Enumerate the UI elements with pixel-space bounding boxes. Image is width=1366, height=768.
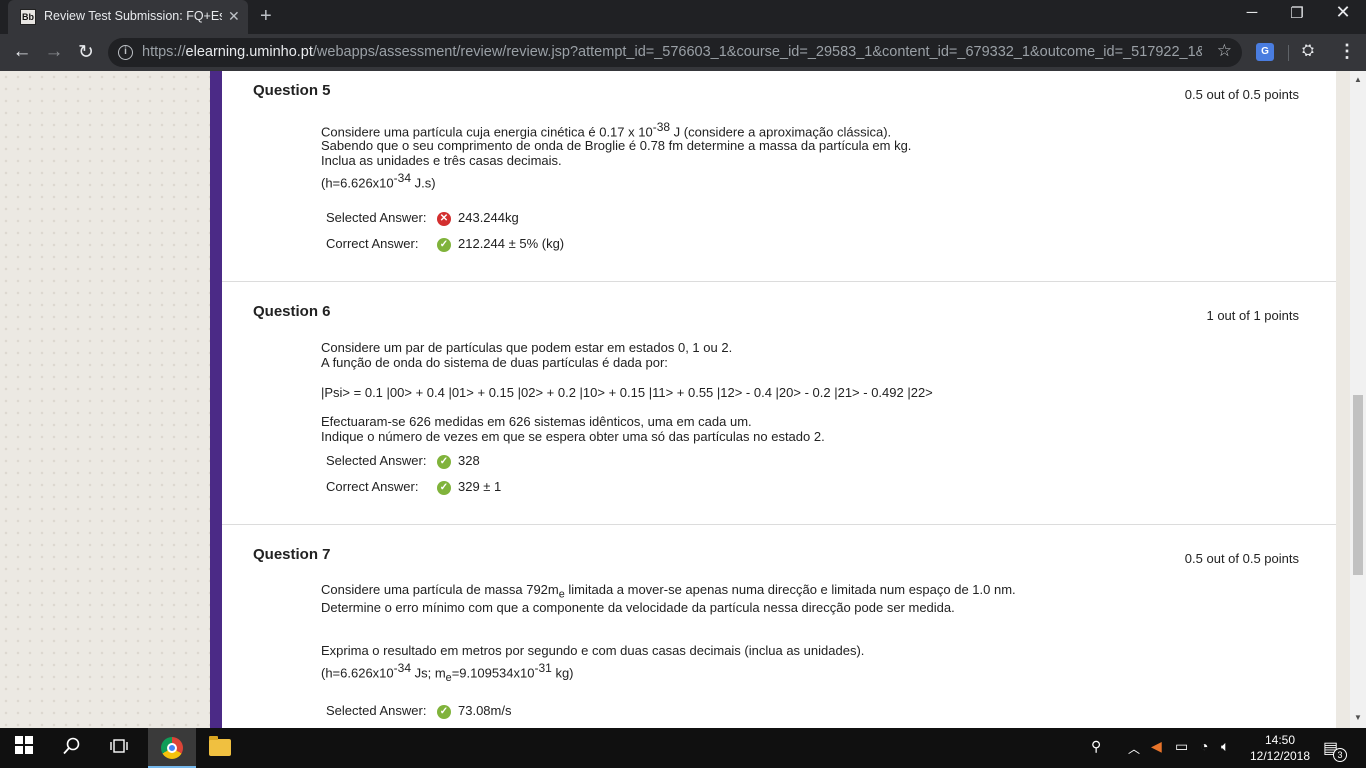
selected-answer-value: 328 — [458, 453, 480, 468]
scroll-up-icon[interactable]: ▲ — [1354, 75, 1362, 84]
question-text-line: Indique o número de vezes em que se espe… — [321, 429, 825, 444]
question-divider — [222, 281, 1336, 282]
restore-icon[interactable]: ❐ — [1282, 4, 1312, 22]
question-points: 1 out of 1 points — [1206, 308, 1299, 323]
incorrect-icon: ✕ — [437, 212, 451, 226]
question-text-line: Inclua as unidades e três casas decimais… — [321, 153, 562, 168]
tab-close-icon[interactable]: ✕ — [228, 8, 240, 25]
window-close-icon[interactable]: ✕ — [1328, 2, 1358, 23]
clock-date: 12/12/2018 — [1249, 749, 1311, 763]
course-accent-bar — [210, 71, 222, 728]
correct-icon: ✓ — [437, 705, 451, 719]
system-clock[interactable]: 14:50 12/12/2018 — [1240, 732, 1320, 764]
tab-title: Review Test Submission: FQ+Esp — [44, 9, 222, 23]
question-title: Question 6 — [253, 303, 331, 320]
correct-icon: ✓ — [437, 455, 451, 469]
selected-answer-label: Selected Answer: — [326, 453, 427, 468]
info-icon[interactable]: i — [118, 45, 133, 60]
clock-time: 14:50 — [1264, 733, 1296, 747]
correct-answer-value: 329 ± 1 — [458, 479, 502, 494]
scroll-down-icon[interactable]: ▼ — [1354, 713, 1362, 722]
review-content: Question 5 0.5 out of 0.5 points Conside… — [222, 71, 1336, 728]
menu-icon[interactable]: ⋮ — [1338, 41, 1356, 62]
extension-icon[interactable]: ⛭ — [1302, 42, 1314, 59]
question-text-line: (h=6.626x10-34 Js; me=9.109534x10-31 kg) — [321, 661, 574, 684]
question-text-line: A função de onda do sistema de duas part… — [321, 355, 668, 370]
chrome-icon — [161, 737, 183, 759]
reload-icon[interactable]: ↻ — [74, 41, 98, 64]
file-explorer-icon[interactable] — [209, 736, 231, 756]
selected-answer-value: 243.244kg — [458, 210, 519, 225]
windows-start-icon[interactable] — [9, 736, 39, 759]
star-icon[interactable]: ☆ — [1217, 41, 1232, 61]
question-points: 0.5 out of 0.5 points — [1184, 87, 1299, 102]
correct-icon: ✓ — [437, 238, 451, 252]
notification-count-badge: 3 — [1333, 748, 1347, 762]
new-tab-icon[interactable]: + — [260, 5, 272, 28]
selected-answer-label: Selected Answer: — [326, 703, 427, 718]
question-text-line: Determine o erro mínimo com que a compon… — [321, 600, 955, 615]
correct-answer-label: Correct Answer: — [326, 236, 419, 251]
question-title: Question 5 — [253, 82, 331, 99]
people-icon[interactable]: ⚲ — [1091, 738, 1101, 755]
url-prefix: https:// — [142, 44, 186, 60]
url-path: /webapps/assessment/review/review.jsp?at… — [312, 44, 1202, 60]
question-text-line: Considere um par de partículas que podem… — [321, 340, 733, 355]
url-host: elearning.uminho.pt — [185, 44, 313, 60]
tray-chevron-icon[interactable]: ︿ — [1128, 740, 1140, 757]
question-text-line: Efectuaram-se 626 medidas em 626 sistema… — [321, 414, 752, 429]
question-title: Question 7 — [253, 546, 331, 563]
correct-answer-value: 212.244 ± 5% (kg) — [458, 236, 565, 251]
chrome-taskbar-button[interactable] — [148, 728, 196, 768]
browser-tab[interactable]: Bb Review Test Submission: FQ+Esp ✕ — [8, 0, 248, 34]
page-background — [0, 71, 210, 728]
battery-icon[interactable]: ▭ — [1175, 738, 1188, 755]
question-text-line: |Psi> = 0.1 |00> + 0.4 |01> + 0.15 |02> … — [321, 385, 933, 400]
question-points: 0.5 out of 0.5 points — [1184, 551, 1299, 566]
question-text-line: Sabendo que o seu comprimento de onda de… — [321, 138, 912, 153]
question-text-line: Considere uma partícula cuja energia cin… — [321, 120, 892, 140]
scrollbar-thumb[interactable] — [1353, 395, 1363, 575]
correct-icon: ✓ — [437, 481, 451, 495]
speaker-icon[interactable]: 🔈︎ — [1221, 738, 1229, 755]
vertical-scrollbar[interactable]: ▲ ▼ — [1350, 71, 1366, 728]
translate-extension-icon[interactable]: G — [1256, 43, 1274, 61]
windows-taskbar: ⚲ ︿ ◀ ▭ ◔ 🔈︎ 14:50 12/12/2018 ▤ 3 — [0, 728, 1366, 768]
selected-answer-label: Selected Answer: — [326, 210, 427, 225]
address-bar[interactable]: i https://elearning.uminho.pt/webapps/as… — [108, 38, 1242, 67]
task-view-icon[interactable] — [104, 737, 134, 760]
question-divider — [222, 524, 1336, 525]
forward-icon[interactable]: → — [42, 41, 66, 63]
blackboard-favicon-icon: Bb — [20, 9, 36, 25]
wifi-icon[interactable]: ◔ — [1200, 738, 1208, 754]
browser-toolbar: ← → ↻ i https://elearning.uminho.pt/weba… — [0, 34, 1366, 71]
minimize-icon[interactable]: ─ — [1237, 4, 1267, 21]
page-viewport: Question 5 0.5 out of 0.5 points Conside… — [0, 71, 1366, 728]
tab-strip: Bb Review Test Submission: FQ+Esp ✕ + ─ … — [0, 0, 1366, 34]
correct-answer-label: Correct Answer: — [326, 479, 419, 494]
selected-answer-value: 73.08m/s — [458, 703, 512, 718]
question-text-line: Exprima o resultado em metros por segund… — [321, 643, 865, 658]
page-background-right — [1336, 71, 1350, 728]
volume-icon[interactable]: ◀ — [1151, 738, 1162, 755]
search-icon[interactable] — [57, 737, 87, 760]
question-text-line: (h=6.626x10-34 J.s) — [321, 171, 436, 191]
back-icon[interactable]: ← — [10, 41, 34, 63]
url-text[interactable]: https://elearning.uminho.pt/webapps/asse… — [142, 44, 1202, 60]
toolbar-divider — [1288, 45, 1289, 61]
